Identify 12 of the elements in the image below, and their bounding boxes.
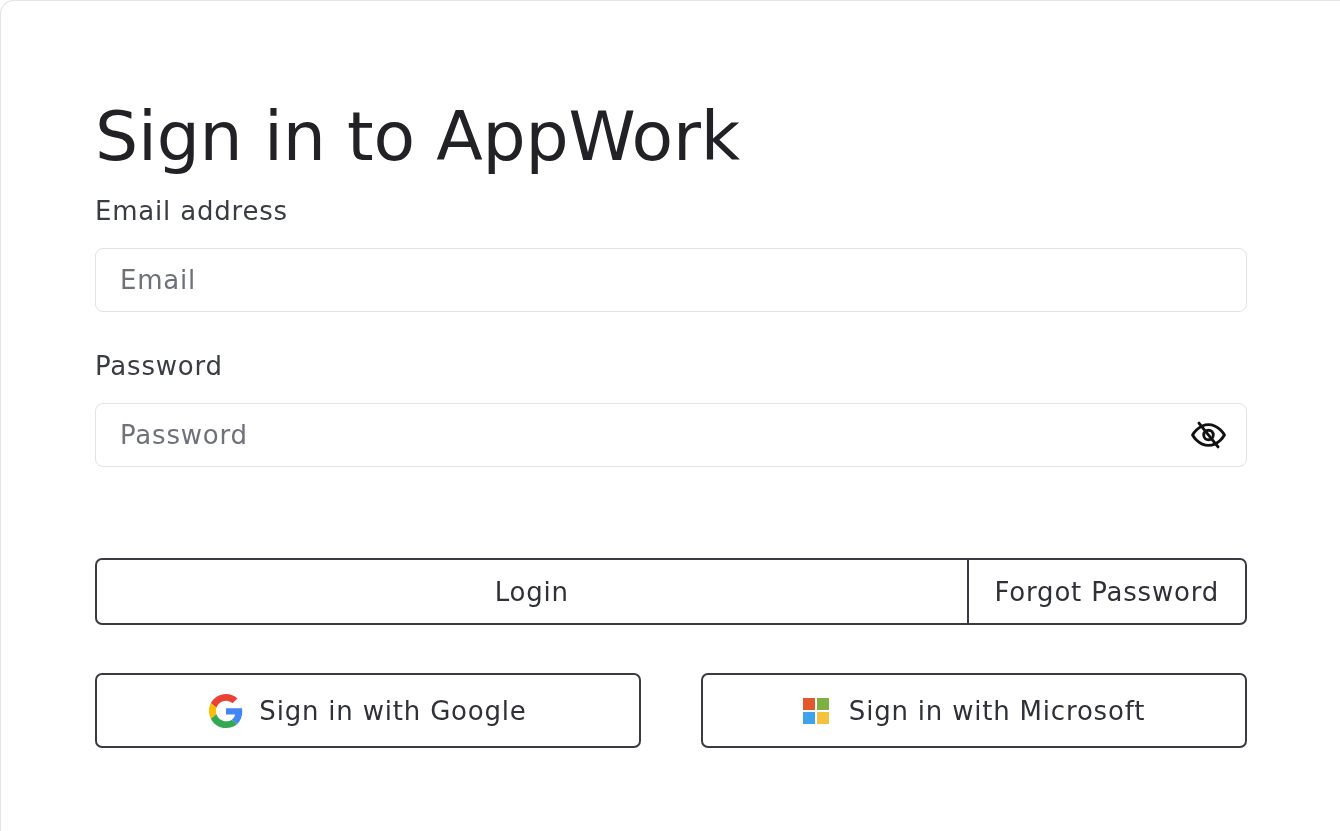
email-field[interactable]: Email bbox=[95, 248, 1247, 312]
microsoft-sign-in-button[interactable]: Sign in with Microsoft bbox=[701, 673, 1247, 748]
eye-slash-icon[interactable] bbox=[1191, 420, 1226, 450]
page-title: Sign in to AppWork bbox=[95, 96, 741, 178]
microsoft-logo-icon bbox=[802, 697, 829, 724]
field-label: Email address bbox=[95, 197, 289, 226]
google-sign-in-button[interactable]: Sign in with Google bbox=[95, 673, 641, 748]
login-button[interactable]: Login bbox=[95, 558, 969, 625]
field-label: Password bbox=[95, 352, 224, 381]
forgot-password-button[interactable]: Forgot Password bbox=[968, 558, 1247, 625]
password-field[interactable]: Password bbox=[95, 403, 1247, 467]
google-logo-icon bbox=[209, 693, 244, 728]
